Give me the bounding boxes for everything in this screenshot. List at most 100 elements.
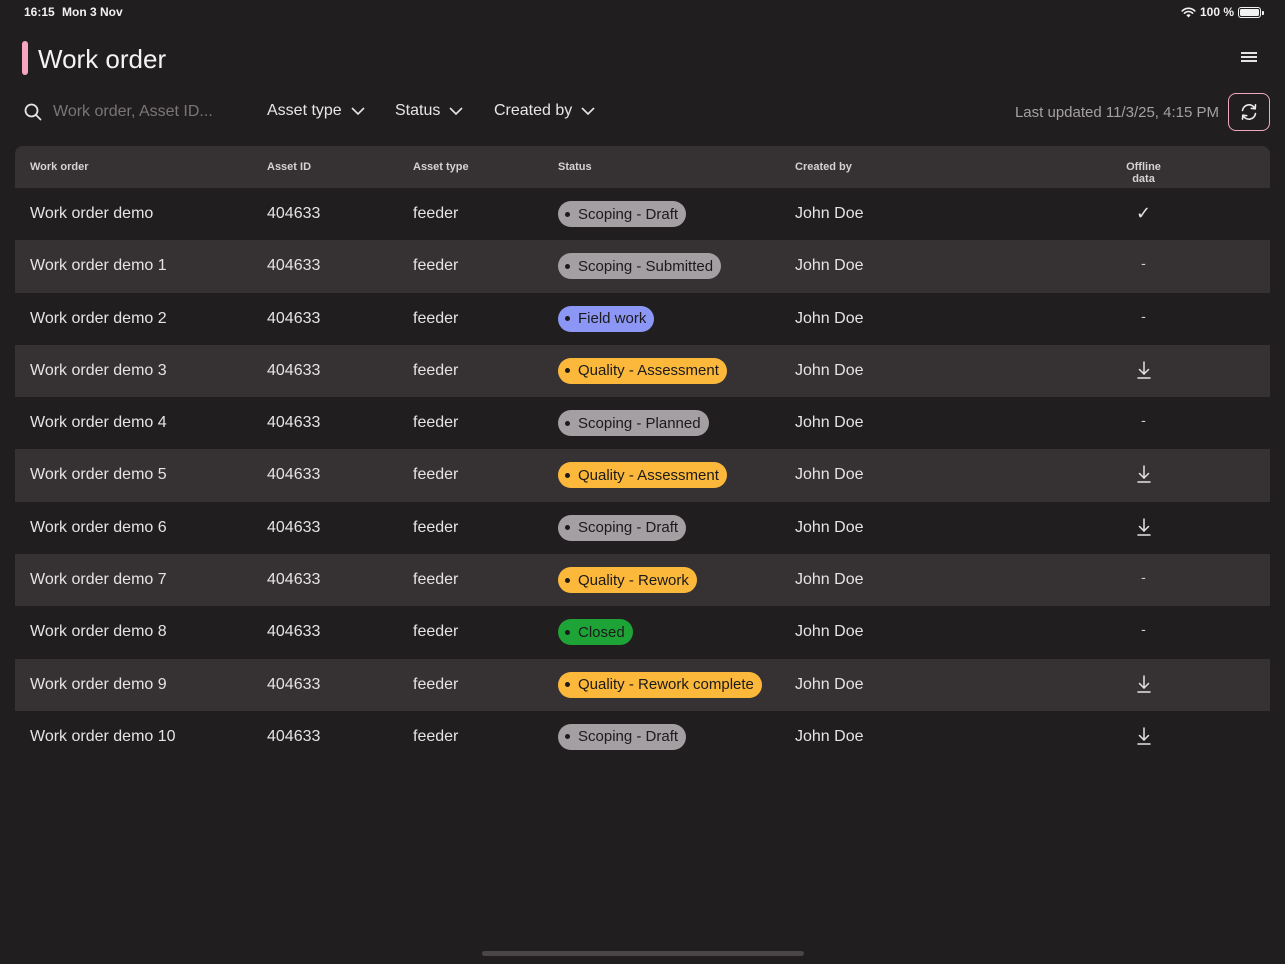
asset-id: 404633 <box>267 414 321 432</box>
asset-id: 404633 <box>267 571 321 589</box>
table-row[interactable]: Work order demo 1 404633 feeder Scoping - S… <box>15 240 1270 293</box>
offline-data-empty: - <box>1141 307 1146 324</box>
asset-id: 404633 <box>267 205 321 222</box>
table-row[interactable]: Work order demo 8 404633 feeder Closed John … <box>15 606 1270 658</box>
status-dot-icon <box>565 525 570 531</box>
status-date: Mon 3 Nov <box>62 5 123 19</box>
status-label: Scoping - Planned <box>578 414 701 432</box>
asset-id: 404633 <box>267 623 321 641</box>
table-row[interactable]: Work order demo 3 404633 feeder Quality - A… <box>15 344 1270 398</box>
work-order-name: Work order demo 5 <box>30 466 167 484</box>
created-by: John Doe <box>795 571 864 589</box>
created-by: John Doe <box>795 518 864 536</box>
offline-data-empty: - <box>1141 569 1146 586</box>
status-badge[interactable]: Field work <box>558 305 655 332</box>
filter-status[interactable]: Status <box>395 102 463 120</box>
status-cell: Quality - Rework <box>558 567 697 594</box>
wifi-icon <box>1181 7 1196 17</box>
checkmark-icon: ✓ <box>1135 203 1152 223</box>
page-title: Work order <box>38 44 167 74</box>
chevron-down-icon <box>449 107 463 115</box>
work-order-name: Work order demo 8 <box>30 623 167 641</box>
asset-id: 404633 <box>267 675 321 693</box>
asset-type: feeder <box>413 675 459 693</box>
created-by: John Doe <box>795 257 864 275</box>
asset-id: 404633 <box>267 257 321 275</box>
download-icon[interactable] <box>1136 674 1152 694</box>
search-input[interactable] <box>53 100 228 124</box>
work-order-name: Work order demo <box>30 205 154 222</box>
menu-icon[interactable] <box>1241 52 1257 64</box>
work-order-name: Work order demo 3 <box>30 361 167 379</box>
table-row[interactable]: Work order demo 404633 feeder Scoping - Dra… <box>15 188 1270 240</box>
offline-data-cell <box>1115 517 1172 542</box>
status-badge[interactable]: Closed <box>558 619 633 646</box>
status-label: Quality - Assessment <box>578 362 719 380</box>
status-badge[interactable]: Scoping - Draft <box>558 723 687 750</box>
column-header-asset-id: Asset ID <box>267 161 312 173</box>
asset-type: feeder <box>413 257 459 275</box>
status-label: Scoping - Draft <box>578 519 679 537</box>
status-label: Quality - Rework complete <box>578 676 754 694</box>
status-badge[interactable]: Scoping - Planned <box>558 410 709 437</box>
table-row[interactable]: Work order demo 6 404633 feeder Scoping - D… <box>15 502 1270 554</box>
status-badge[interactable]: Quality - Rework complete <box>558 671 762 698</box>
table-row[interactable]: Work order demo 4 404633 feeder Scoping - P… <box>15 397 1270 449</box>
table-row[interactable]: Work order demo 2 404633 feeder Field work J… <box>15 293 1270 345</box>
status-badge[interactable]: Scoping - Draft <box>558 514 687 541</box>
offline-data-empty: - <box>1141 621 1146 638</box>
status-badge[interactable]: Scoping - Submitted <box>558 253 722 280</box>
status-label: Quality - Rework <box>578 571 689 589</box>
filter-status-label: Status <box>395 102 441 119</box>
status-cell: Scoping - Draft <box>558 201 687 227</box>
status-label: Scoping - Draft <box>578 205 679 223</box>
table-row[interactable]: Work order demo 7 404633 feeder Quality - R… <box>15 554 1270 607</box>
work-order-name: Work order demo 4 <box>30 414 167 432</box>
work-order-table: Work order Asset ID Asset type Status Cr… <box>15 146 1270 763</box>
work-order-name: Work order demo 9 <box>30 675 167 693</box>
table-row[interactable]: Work order demo 9 404633 feeder Quality - R… <box>15 658 1270 711</box>
work-order-name: Work order demo 2 <box>30 309 167 327</box>
status-cell: Scoping - Planned <box>558 410 709 437</box>
download-icon[interactable] <box>1136 726 1152 746</box>
toolbar: Asset type Status Created by Last update… <box>0 92 1285 132</box>
download-icon[interactable] <box>1136 464 1152 484</box>
status-cell: Scoping - Submitted <box>558 253 722 280</box>
status-dot-icon <box>565 577 570 583</box>
status-dot-icon <box>565 368 570 374</box>
work-order-name: Work order demo 6 <box>30 518 167 536</box>
status-dot-icon <box>565 734 570 740</box>
table-row[interactable]: Work order demo 10 404633 feeder Scoping - … <box>15 711 1270 763</box>
status-badge[interactable]: Quality - Assessment <box>558 462 727 489</box>
status-cell: Field work <box>558 305 655 332</box>
offline-data-cell <box>1115 360 1172 385</box>
created-by: John Doe <box>795 727 864 745</box>
status-badge[interactable]: Scoping - Draft <box>558 201 687 227</box>
asset-type: feeder <box>413 518 459 536</box>
offline-data-cell <box>1115 726 1172 751</box>
created-by: John Doe <box>795 309 864 327</box>
filter-asset-type[interactable]: Asset type <box>267 102 365 120</box>
home-indicator <box>482 951 804 956</box>
status-label: Scoping - Submitted <box>578 257 714 275</box>
status-badge[interactable]: Quality - Rework <box>558 567 697 594</box>
table-header: Work order Asset ID Asset type Status Cr… <box>15 146 1270 188</box>
work-order-name: Work order demo 10 <box>30 727 176 745</box>
offline-data-empty: - <box>1141 255 1146 272</box>
download-icon[interactable] <box>1136 360 1152 380</box>
asset-id: 404633 <box>267 727 321 745</box>
filter-created-by[interactable]: Created by <box>494 102 595 120</box>
refresh-button[interactable] <box>1228 93 1270 131</box>
status-badge[interactable]: Quality - Assessment <box>558 357 727 384</box>
table-row[interactable]: Work order demo 5 404633 feeder Quality - A… <box>15 449 1270 502</box>
asset-id: 404633 <box>267 518 321 536</box>
column-header-asset-type: Asset type <box>413 161 469 173</box>
status-dot-icon <box>565 629 570 635</box>
filter-created-by-label: Created by <box>494 102 573 119</box>
page-header: Work order <box>0 40 1285 76</box>
status-cell: Scoping - Draft <box>558 723 687 750</box>
filter-asset-type-label: Asset type <box>267 102 342 119</box>
refresh-icon <box>1241 104 1257 120</box>
offline-data-empty: - <box>1141 412 1146 429</box>
download-icon[interactable] <box>1136 517 1152 537</box>
